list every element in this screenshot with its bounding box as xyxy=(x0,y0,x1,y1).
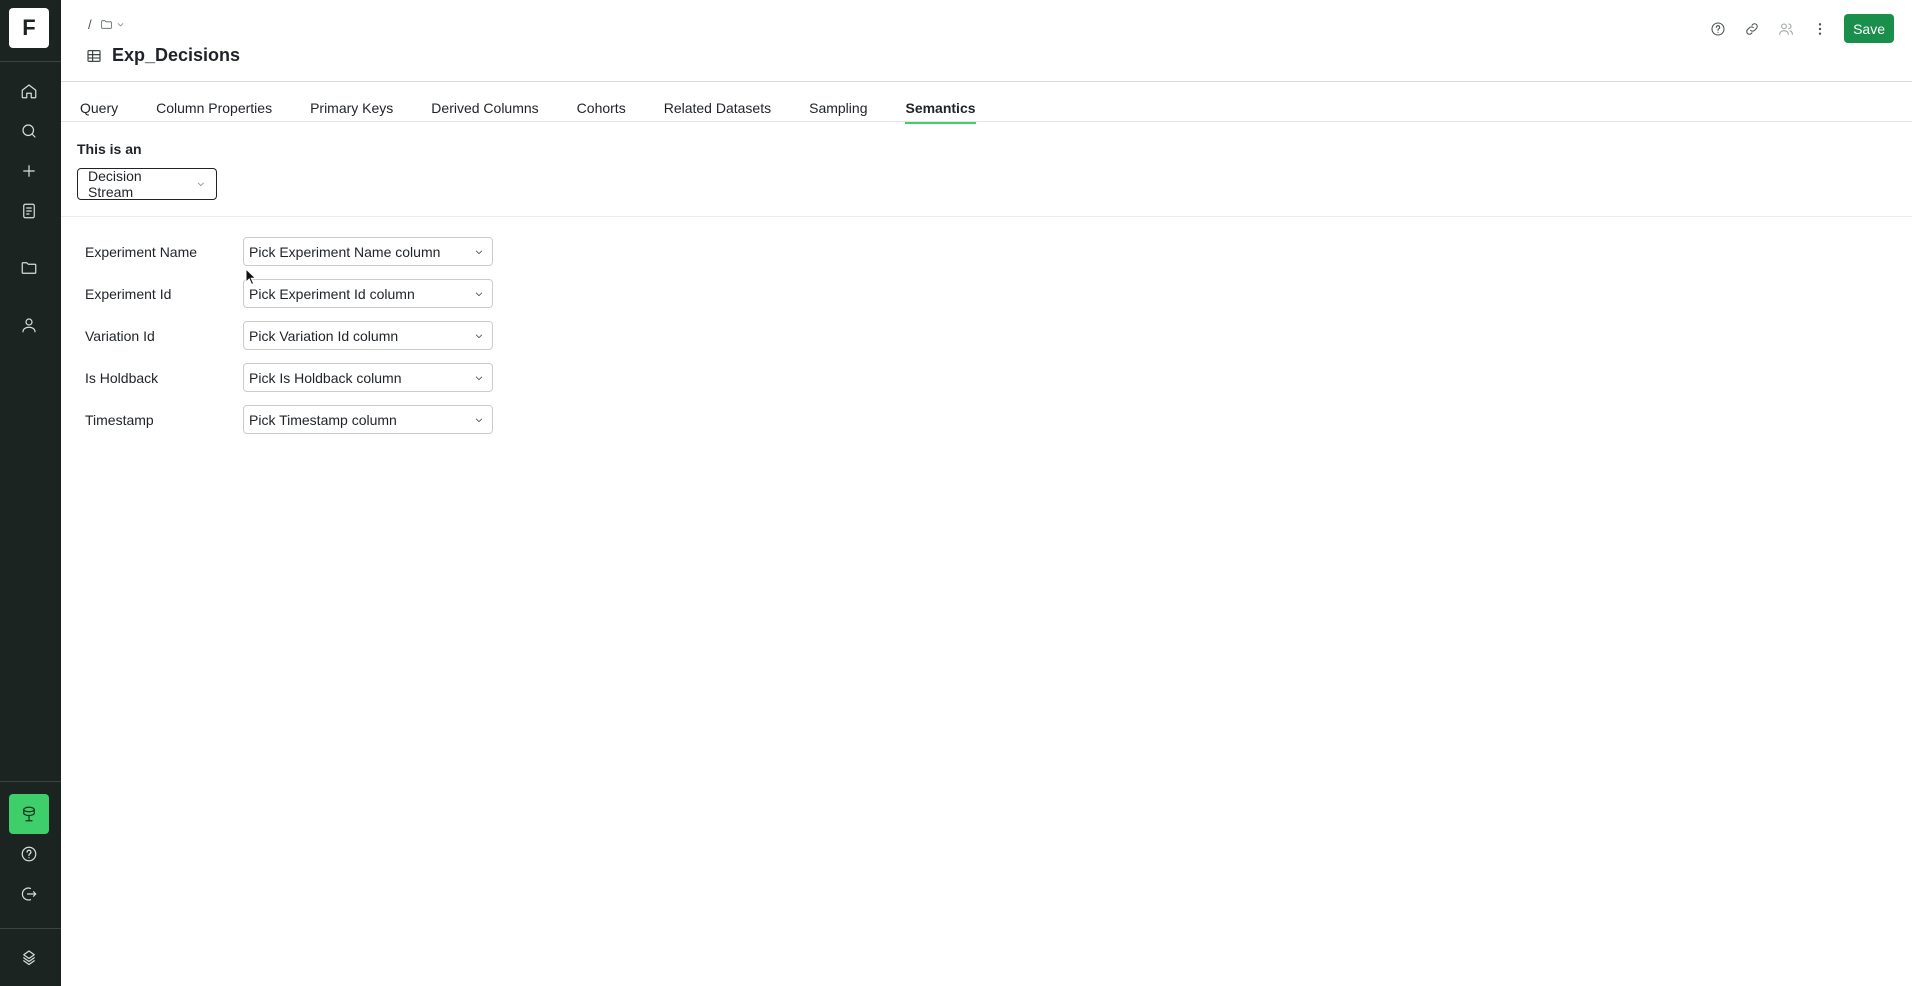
entity-type-select[interactable]: Decision Stream xyxy=(77,168,217,200)
user-icon[interactable] xyxy=(14,310,44,340)
field-row-experiment-id: Experiment Id Pick Experiment Id column xyxy=(85,279,493,308)
folder-icon[interactable] xyxy=(14,253,44,283)
breadcrumb-folder[interactable] xyxy=(100,18,125,31)
sidebar-divider xyxy=(0,781,61,782)
variation-id-column-select[interactable]: Pick Variation Id column xyxy=(243,321,493,350)
select-placeholder: Pick Is Holdback column xyxy=(249,369,402,386)
chevron-down-icon xyxy=(475,333,483,338)
field-row-is-holdback: Is Holdback Pick Is Holdback column xyxy=(85,363,493,392)
header-actions: Save xyxy=(1708,14,1894,43)
folder-icon xyxy=(100,20,112,29)
sidebar-divider xyxy=(0,928,61,929)
logout-icon[interactable] xyxy=(14,879,44,909)
timestamp-column-select[interactable]: Pick Timestamp column xyxy=(243,405,493,434)
link-icon[interactable] xyxy=(1742,19,1762,39)
is-holdback-column-select[interactable]: Pick Is Holdback column xyxy=(243,363,493,392)
chevron-down-icon xyxy=(198,182,205,187)
experiment-name-column-select[interactable]: Pick Experiment Name column xyxy=(243,237,493,266)
left-sidebar: F xyxy=(0,0,61,986)
header-divider xyxy=(61,81,1912,82)
breadcrumb-separator: / xyxy=(88,17,92,32)
app-logo[interactable]: F xyxy=(9,8,49,48)
page-title[interactable]: Exp_Decisions xyxy=(112,45,240,66)
chevron-down-icon xyxy=(117,23,123,27)
plus-icon[interactable] xyxy=(14,156,44,186)
page-title-row: Exp_Decisions xyxy=(86,45,240,66)
field-label: Variation Id xyxy=(85,327,155,344)
field-label: Experiment Name xyxy=(85,243,198,260)
tabs-divider xyxy=(61,121,1912,122)
breadcrumb: / xyxy=(88,17,125,32)
chevron-down-icon xyxy=(475,291,483,296)
select-placeholder: Pick Experiment Name column xyxy=(249,243,441,260)
entity-type-value: Decision Stream xyxy=(88,168,142,200)
more-options-icon[interactable] xyxy=(1810,19,1830,39)
field-row-variation-id: Variation Id Pick Variation Id column xyxy=(85,321,493,350)
section-divider xyxy=(61,216,1912,217)
field-row-experiment-name: Experiment Name Pick Experiment Name col… xyxy=(85,237,493,266)
select-placeholder: Pick Experiment Id column xyxy=(249,285,415,302)
sidebar-divider xyxy=(0,61,61,62)
field-label: Experiment Id xyxy=(85,285,172,302)
save-button[interactable]: Save xyxy=(1844,14,1894,43)
entity-type-heading: This is an xyxy=(77,141,142,157)
experiment-id-column-select[interactable]: Pick Experiment Id column xyxy=(243,279,493,308)
users-icon[interactable] xyxy=(1776,19,1796,39)
chevron-down-icon xyxy=(475,249,483,254)
home-icon[interactable] xyxy=(14,76,44,106)
field-label: Is Holdback xyxy=(85,369,159,386)
brand-icon[interactable] xyxy=(14,942,44,972)
field-row-timestamp: Timestamp Pick Timestamp column xyxy=(85,405,493,434)
table-icon xyxy=(87,49,101,62)
notebook-icon[interactable] xyxy=(14,196,44,226)
dataset-icon[interactable] xyxy=(9,794,49,834)
select-placeholder: Pick Timestamp column xyxy=(249,411,397,428)
help-icon[interactable] xyxy=(1708,19,1728,39)
search-icon[interactable] xyxy=(14,116,44,146)
chevron-down-icon xyxy=(475,375,483,380)
chevron-down-icon xyxy=(475,417,483,422)
field-label: Timestamp xyxy=(85,411,154,428)
mouse-cursor-icon xyxy=(245,268,257,286)
help-icon[interactable] xyxy=(14,839,44,869)
select-placeholder: Pick Variation Id column xyxy=(249,327,399,344)
